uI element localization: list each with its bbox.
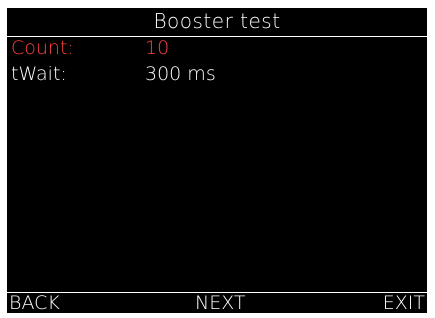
device-screen: Booster test Count: 10 tWait: 300 ms BAC…	[7, 8, 427, 313]
screen-title: Booster test	[153, 9, 281, 33]
param-label-twait: tWait:	[11, 63, 67, 85]
param-row-twait[interactable]: tWait: 300 ms	[7, 62, 427, 86]
softkey-bar: BACK NEXT EXIT	[7, 292, 427, 313]
param-label-count: Count:	[11, 37, 74, 59]
back-button[interactable]: BACK	[9, 292, 60, 313]
param-value-twait: 300 ms	[145, 63, 216, 85]
param-row-count[interactable]: Count: 10	[7, 36, 427, 60]
exit-button[interactable]: EXIT	[383, 292, 425, 313]
next-button[interactable]: NEXT	[195, 292, 246, 313]
param-value-count: 10	[145, 37, 170, 59]
